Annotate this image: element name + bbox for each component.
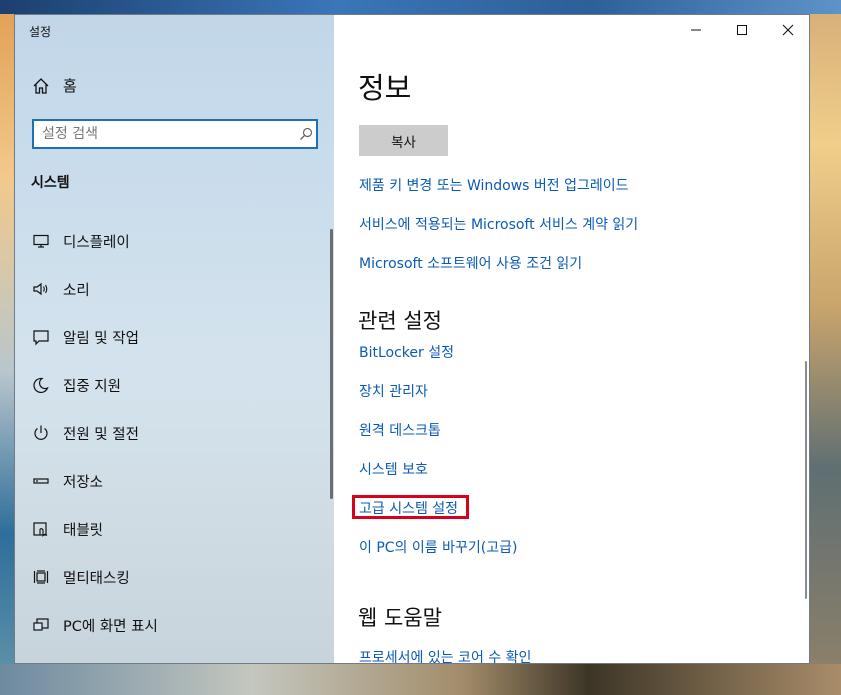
sidebar-scrollbar[interactable] xyxy=(330,229,333,499)
close-button[interactable] xyxy=(765,15,809,45)
highlight-box xyxy=(352,495,469,519)
link-bitlocker[interactable]: BitLocker 설정 xyxy=(359,342,454,362)
window-controls xyxy=(673,15,809,45)
desktop-wallpaper-top xyxy=(0,0,841,14)
search-input[interactable] xyxy=(34,125,293,143)
link-processor-cores[interactable]: 프로세서에 있는 코어 수 확인 xyxy=(359,647,531,663)
minimize-icon xyxy=(691,29,701,31)
multitasking-icon xyxy=(31,567,51,587)
sidebar-item-label: 알림 및 작업 xyxy=(63,330,139,347)
sidebar-item-power[interactable]: 전원 및 절전 xyxy=(15,409,334,457)
related-settings-heading: 관련 설정 xyxy=(358,309,442,333)
moon-icon xyxy=(31,375,51,395)
sidebar-item-focus-assist[interactable]: 집중 지원 xyxy=(15,361,334,409)
home-icon xyxy=(31,76,51,96)
section-label: 시스템 xyxy=(31,175,70,191)
sidebar-item-label: 집중 지원 xyxy=(63,378,121,395)
desktop-wallpaper-right xyxy=(810,14,841,664)
main-content: 정보 복사 제품 키 변경 또는 Windows 버전 업그레이드 서비스에 적… xyxy=(334,15,809,663)
link-device-manager[interactable]: 장치 관리자 xyxy=(359,381,428,401)
sidebar-item-label: PC에 화면 표시 xyxy=(63,618,158,635)
power-icon xyxy=(31,423,51,443)
sidebar-item-multitasking[interactable]: 멀티태스킹 xyxy=(15,553,334,601)
desktop-wallpaper-bottom xyxy=(0,664,841,695)
notification-icon xyxy=(31,327,51,347)
link-license-terms[interactable]: Microsoft 소프트웨어 사용 조건 읽기 xyxy=(359,253,582,273)
sidebar-item-tablet[interactable]: 태블릿 xyxy=(15,505,334,553)
sidebar-item-display[interactable]: 디스플레이 xyxy=(15,217,334,265)
sidebar-item-label: 소리 xyxy=(63,282,90,299)
copy-button[interactable]: 복사 xyxy=(359,125,448,156)
home-label: 홈 xyxy=(63,77,77,95)
display-icon xyxy=(31,231,51,251)
tablet-icon xyxy=(31,519,51,539)
minimize-button[interactable] xyxy=(673,15,719,45)
maximize-button[interactable] xyxy=(719,15,765,45)
settings-window: 설정 홈 시스템 디스플레이 xyxy=(14,14,810,664)
search-box[interactable] xyxy=(32,119,318,149)
sidebar-item-project[interactable]: PC에 화면 표시 xyxy=(15,601,334,649)
sidebar-item-notifications[interactable]: 알림 및 작업 xyxy=(15,313,334,361)
sidebar-item-label: 전원 및 절전 xyxy=(63,426,139,443)
link-service-agreement[interactable]: 서비스에 적용되는 Microsoft 서비스 계약 읽기 xyxy=(359,214,638,234)
page-title: 정보 xyxy=(358,71,412,105)
link-remote-desktop[interactable]: 원격 데스크톱 xyxy=(359,420,441,440)
project-icon xyxy=(31,615,51,635)
close-icon xyxy=(782,24,794,36)
web-help-heading: 웹 도움말 xyxy=(358,606,442,630)
sidebar-item-label: 태블릿 xyxy=(63,522,104,539)
window-title: 설정 xyxy=(29,25,52,39)
link-system-protection[interactable]: 시스템 보호 xyxy=(359,459,428,479)
sidebar-home[interactable]: 홈 xyxy=(31,75,77,96)
maximize-icon xyxy=(737,25,747,35)
sidebar-item-label: 저장소 xyxy=(63,474,104,491)
search-icon[interactable] xyxy=(296,124,316,144)
link-rename-pc[interactable]: 이 PC의 이름 바꾸기(고급) xyxy=(359,537,517,557)
sidebar-item-storage[interactable]: 저장소 xyxy=(15,457,334,505)
desktop-wallpaper-left xyxy=(0,14,14,664)
sidebar-item-label: 멀티태스킹 xyxy=(63,570,130,587)
sidebar: 설정 홈 시스템 디스플레이 xyxy=(15,15,334,663)
sidebar-nav: 디스플레이 소리 알림 및 작업 집중 지원 전원 및 절전 저장소 태블릿 멀… xyxy=(15,217,334,649)
storage-icon xyxy=(31,471,51,491)
sidebar-item-sound[interactable]: 소리 xyxy=(15,265,334,313)
speaker-icon xyxy=(31,279,51,299)
main-scrollbar[interactable] xyxy=(805,361,807,599)
sidebar-item-label: 디스플레이 xyxy=(63,234,130,251)
link-product-key[interactable]: 제품 키 변경 또는 Windows 버전 업그레이드 xyxy=(359,175,629,195)
